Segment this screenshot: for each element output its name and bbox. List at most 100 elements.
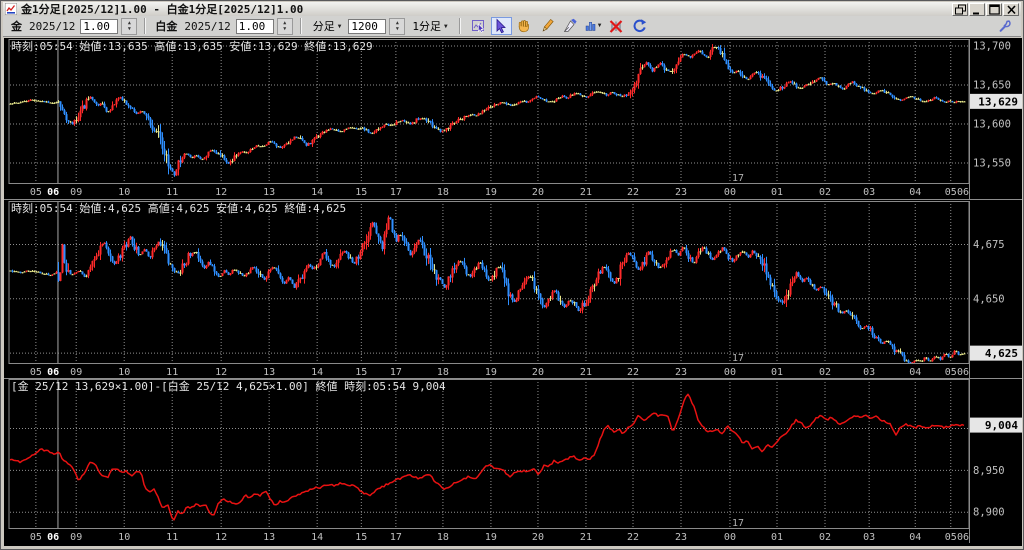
svg-text:20: 20	[532, 187, 544, 198]
svg-text:05: 05	[945, 532, 957, 543]
panel-divider	[4, 199, 1022, 200]
svg-text:06: 06	[47, 187, 59, 198]
svg-text:01: 01	[771, 187, 783, 198]
svg-text:05: 05	[30, 367, 42, 378]
toolbar-icon-group: ▼	[468, 17, 650, 35]
svg-text:20: 20	[532, 532, 544, 543]
svg-text:05: 05	[945, 367, 957, 378]
svg-text:06: 06	[957, 187, 969, 198]
svg-text:8,950: 8,950	[973, 465, 1005, 477]
svg-text:00: 00	[724, 367, 736, 378]
bar-chart-icon[interactable]: ▼	[583, 17, 604, 35]
refresh-icon[interactable]	[629, 17, 650, 35]
svg-text:22: 22	[627, 367, 639, 378]
svg-text:15: 15	[355, 367, 367, 378]
gold-multiplier-input[interactable]	[80, 18, 119, 34]
title-bar[interactable]: 金1分足[2025/12]1.00 - 白金1分足[2025/12]1.00	[3, 2, 1021, 16]
window-title: 金1分足[2025/12]1.00 - 白金1分足[2025/12]1.00	[21, 3, 304, 16]
svg-text:13,550: 13,550	[973, 157, 1011, 169]
platinum-multiplier-spinner[interactable]: ▲ ▼	[276, 17, 293, 35]
interval-dropdown[interactable]: 1分足 ▼	[408, 18, 451, 35]
chart-range-icon[interactable]	[468, 17, 489, 35]
svg-text:09: 09	[70, 532, 82, 543]
period-type-dropdown[interactable]: 分足 ▼	[309, 18, 346, 35]
svg-text:11: 11	[166, 532, 178, 543]
maximize-button[interactable]	[986, 2, 1002, 16]
svg-text:06: 06	[47, 532, 59, 543]
svg-text:19: 19	[485, 187, 497, 198]
svg-text:13: 13	[263, 532, 275, 543]
svg-text:09: 09	[70, 187, 82, 198]
svg-text:4,625: 4,625	[985, 347, 1018, 360]
minimize-button[interactable]	[969, 2, 985, 16]
app-window: 金1分足[2025/12]1.00 - 白金1分足[2025/12]1.00 金…	[0, 0, 1024, 550]
svg-text:02: 02	[819, 367, 831, 378]
delete-chart-icon[interactable]	[606, 17, 627, 35]
svg-text:03: 03	[863, 187, 875, 198]
svg-text:17: 17	[390, 367, 402, 378]
svg-text:00: 00	[724, 187, 736, 198]
svg-text:04: 04	[909, 532, 921, 543]
svg-text:05: 05	[30, 532, 42, 543]
trading-app-window: { "window": { "title": "金1分足[2025/12]1.0…	[0, 0, 1024, 550]
pen-icon[interactable]	[560, 17, 581, 35]
svg-text:13: 13	[263, 187, 275, 198]
ohlc-info-line: 時刻:05:54 始値:4,625 高値:4,625 安値:4,625 終値:4…	[11, 201, 346, 215]
svg-text:15: 15	[355, 187, 367, 198]
ohlc-info-line: 時刻:05:54 始値:13,635 高値:13,635 安値:13,629 終…	[11, 39, 373, 53]
svg-text:12: 12	[215, 532, 227, 543]
svg-text:4,675: 4,675	[973, 239, 1005, 251]
gold-symbol-label: 金	[11, 20, 22, 33]
platinum-candlestick-chart[interactable]: 17 時刻:05:54 始値:4,625 高値:4,625 安値:4,625 終値…	[4, 201, 1022, 378]
svg-text:14: 14	[311, 532, 323, 543]
svg-text:13,700: 13,700	[973, 41, 1011, 53]
window-controls	[951, 2, 1019, 16]
svg-text:13,600: 13,600	[973, 118, 1011, 130]
svg-text:20: 20	[532, 367, 544, 378]
svg-text:10: 10	[118, 367, 130, 378]
svg-text:02: 02	[819, 187, 831, 198]
gold-candlestick-chart[interactable]: 17 時刻:05:54 始値:13,635 高値:13,635 安値:13,629…	[4, 39, 1022, 199]
svg-text:01: 01	[771, 532, 783, 543]
svg-text:21: 21	[580, 532, 592, 543]
date-label: 17	[732, 173, 744, 184]
last-price-box: 9,004	[970, 417, 1022, 433]
svg-text:01: 01	[771, 367, 783, 378]
period-type-label: 分足	[312, 20, 335, 33]
close-button[interactable]	[1003, 2, 1019, 16]
svg-text:13,629: 13,629	[978, 95, 1018, 108]
interval-label: 1分足	[412, 20, 441, 33]
platinum-contract-month: 2025/12	[184, 19, 231, 33]
wrench-icon[interactable]	[994, 17, 1015, 35]
bar-count-spinner[interactable]: ▲ ▼	[389, 17, 406, 35]
popout-window-button[interactable]	[952, 2, 968, 16]
svg-text:19: 19	[485, 532, 497, 543]
svg-text:12: 12	[215, 367, 227, 378]
svg-text:22: 22	[627, 187, 639, 198]
svg-text:13,650: 13,650	[973, 79, 1011, 91]
hand-icon[interactable]	[514, 17, 535, 35]
app-icon	[5, 3, 17, 15]
svg-text:13: 13	[263, 367, 275, 378]
gold-contract-month: 2025/12	[29, 19, 76, 33]
spread-line-chart[interactable]: 17 [金 25/12 13,629×1.00]-[白金 25/12 4,625×…	[4, 379, 1022, 543]
svg-text:11: 11	[166, 187, 178, 198]
pencil-icon[interactable]	[537, 17, 558, 35]
svg-text:06: 06	[47, 367, 59, 378]
svg-text:18: 18	[437, 187, 449, 198]
svg-text:05: 05	[945, 187, 957, 198]
svg-text:06: 06	[957, 367, 969, 378]
svg-text:15: 15	[355, 532, 367, 543]
svg-text:23: 23	[675, 532, 687, 543]
last-price-box: 13,629	[970, 93, 1022, 109]
gold-multiplier-spinner[interactable]: ▲ ▼	[121, 17, 138, 35]
date-label: 17	[732, 518, 744, 529]
select-arrow-icon[interactable]	[490, 17, 512, 35]
svg-text:10: 10	[118, 187, 130, 198]
platinum-multiplier-input[interactable]	[235, 18, 274, 34]
svg-text:4,650: 4,650	[973, 293, 1005, 305]
svg-text:8,900: 8,900	[973, 507, 1005, 519]
bar-count-input[interactable]	[348, 18, 387, 34]
toolbar-separator	[299, 18, 302, 34]
svg-text:03: 03	[863, 532, 875, 543]
